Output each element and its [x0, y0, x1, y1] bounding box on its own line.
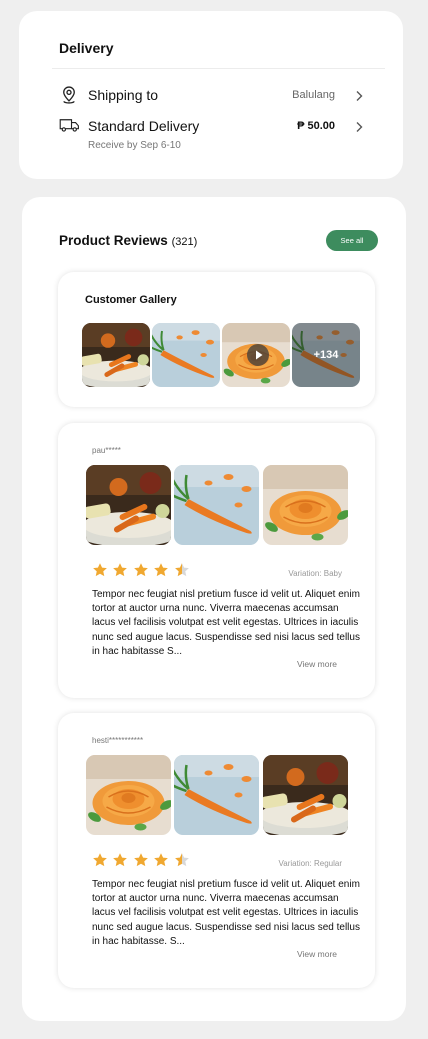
chevron-right-icon [356, 122, 363, 132]
delivery-card: Delivery Shipping to Balulang Standard D… [19, 11, 403, 179]
star-half-icon [174, 562, 190, 578]
standard-delivery-label: Standard Delivery [88, 118, 200, 134]
star-icon [112, 562, 128, 578]
review-card: pau***** Variation: Baby Tempor nec feug… [58, 423, 375, 698]
play-icon [247, 344, 269, 366]
review-text: Tempor nec feugiat nisl pretium fusce id… [92, 589, 360, 657]
customer-gallery: Customer Gallery +134 [58, 272, 375, 407]
star-icon [133, 852, 149, 868]
star-half-icon [174, 852, 190, 868]
gallery-video[interactable] [222, 323, 290, 387]
reviewer-username: pau***** [92, 446, 121, 455]
star-icon [92, 852, 108, 868]
location-pin-icon [63, 86, 75, 104]
star-icon [112, 852, 128, 868]
gallery-photo[interactable] [152, 323, 220, 387]
star-icon [92, 562, 108, 578]
gallery-more-photos[interactable]: +134 [292, 323, 360, 387]
review-photo[interactable] [174, 465, 259, 545]
star-icon [153, 562, 169, 578]
gallery-photo[interactable] [82, 323, 150, 387]
review-photo[interactable] [174, 755, 259, 835]
delivery-title: Delivery [59, 40, 114, 56]
review-photo[interactable] [263, 755, 348, 835]
view-more-link[interactable]: View more [297, 659, 337, 669]
review-photo[interactable] [86, 465, 171, 545]
review-photo[interactable] [86, 755, 171, 835]
star-rating [92, 852, 190, 868]
product-reviews-card: Product Reviews (321) See all Customer G… [22, 197, 406, 1021]
review-variation: Variation: Regular [278, 859, 342, 868]
receive-note: Receive by Sep 6-10 [88, 140, 181, 151]
shipping-label: Shipping to [88, 87, 159, 103]
review-text: Tempor nec feugiat nisl pretium fusce id… [92, 879, 360, 947]
star-icon [153, 852, 169, 868]
see-all-button[interactable]: See all [326, 230, 378, 251]
customer-gallery-title: Customer Gallery [85, 294, 177, 306]
review-card: hesti*********** Variation: Regular Temp… [58, 713, 375, 988]
gallery-more-count: +134 [292, 323, 360, 387]
review-photo[interactable] [263, 465, 348, 545]
star-rating [92, 562, 190, 578]
delivery-price: ₱ 50.00 [297, 120, 335, 132]
review-variation: Variation: Baby [288, 569, 342, 578]
chevron-right-icon [356, 91, 363, 101]
shipping-value: Balulang [292, 89, 335, 101]
reviews-heading: Product Reviews (321) [59, 233, 197, 248]
view-more-link[interactable]: View more [297, 949, 337, 959]
reviewer-username: hesti*********** [92, 736, 144, 745]
reviews-title: Product Reviews [59, 233, 168, 248]
reviews-count: (321) [171, 236, 198, 248]
truck-icon [59, 119, 79, 132]
star-icon [133, 562, 149, 578]
delivery-divider [52, 68, 385, 69]
